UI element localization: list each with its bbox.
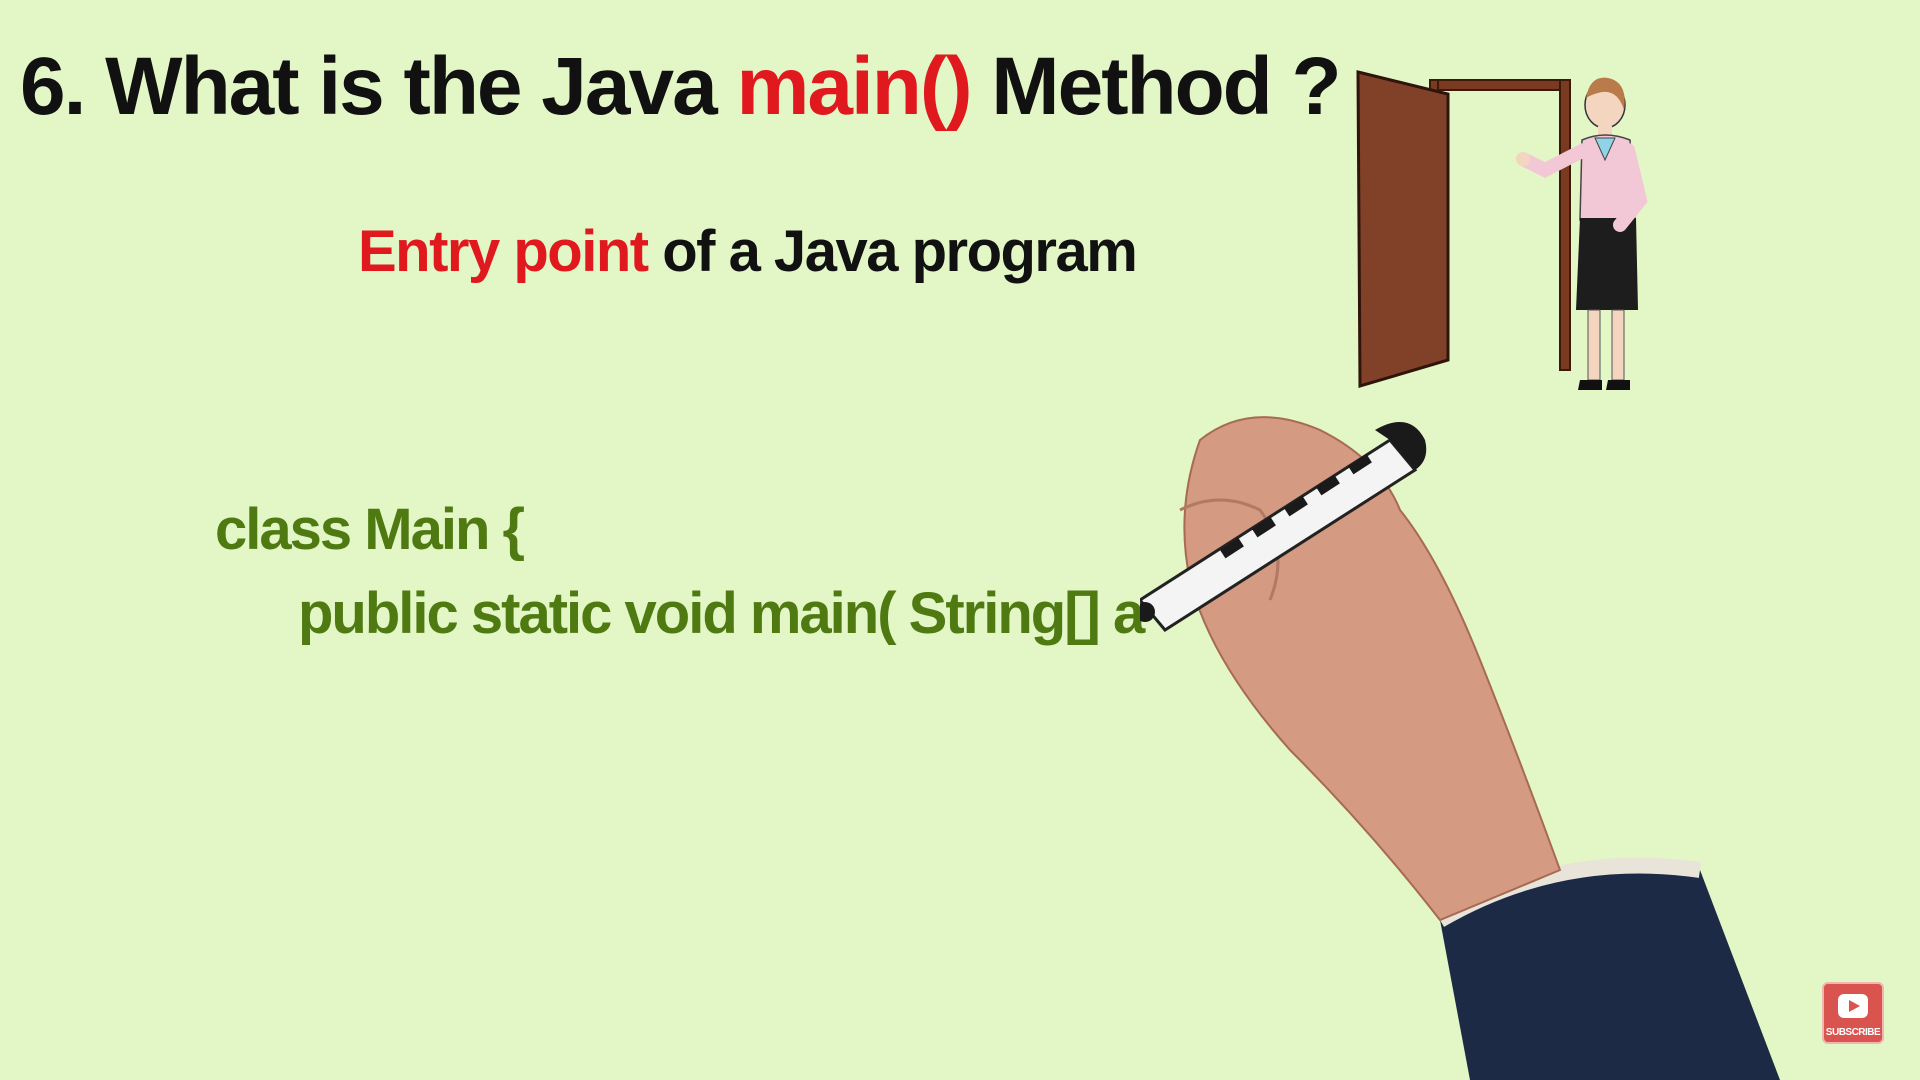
subtitle-highlight: Entry point bbox=[358, 219, 649, 284]
hand-with-marker-illustration bbox=[1140, 416, 1780, 1080]
title-suffix: Method ? bbox=[970, 41, 1341, 132]
code-line-1: class Main { bbox=[215, 497, 525, 562]
subscribe-button[interactable]: SUBSCRIBE bbox=[1822, 982, 1884, 1044]
door-icon bbox=[1356, 70, 1450, 389]
title-highlight: main() bbox=[736, 41, 973, 132]
door-frame bbox=[1429, 79, 1571, 371]
door-woman-illustration bbox=[1356, 70, 1648, 390]
code-line-2: public static void main( String[] a bbox=[298, 581, 1145, 646]
woman-figure bbox=[1516, 77, 1648, 390]
subscribe-label: SUBSCRIBE bbox=[1825, 1027, 1881, 1038]
slide-title: 6. What is the Java main() Method ? bbox=[20, 40, 1342, 134]
title-prefix: 6. What is the Java bbox=[20, 41, 737, 132]
slide-subtitle: Entry point of a Java program bbox=[358, 218, 1138, 285]
youtube-play-icon bbox=[1838, 994, 1868, 1018]
subtitle-rest: of a Java program bbox=[647, 219, 1138, 284]
